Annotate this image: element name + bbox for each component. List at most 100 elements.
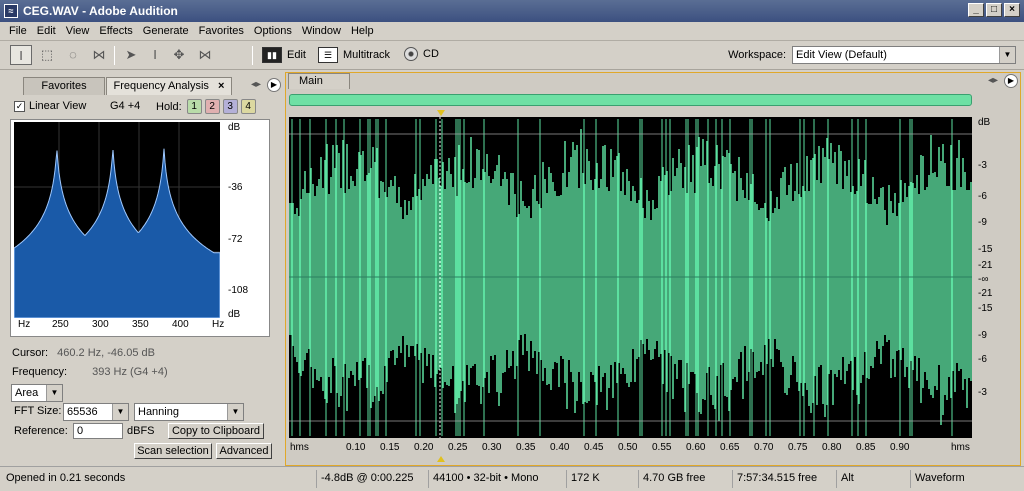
fft-size-label: FFT Size: xyxy=(14,405,62,417)
db-label: -9 xyxy=(978,330,987,341)
marquee-tool-icon[interactable]: ⬚ xyxy=(36,45,58,65)
time-label: 0.15 xyxy=(380,442,400,453)
playhead-bottom-marker[interactable] xyxy=(437,456,445,462)
time-label: hms xyxy=(951,442,970,453)
menu-favorites[interactable]: Favorites xyxy=(194,25,249,37)
db-label: -15 xyxy=(978,303,993,314)
cursor-tool-icon[interactable]: I xyxy=(144,45,166,65)
close-tab-icon[interactable]: × xyxy=(218,80,224,92)
spot-healing-tool-icon[interactable]: ⋈ xyxy=(88,45,110,65)
db-label: -15 xyxy=(978,244,993,255)
time-label: 0.60 xyxy=(686,442,706,453)
workspace-select[interactable]: Edit View (Default) ▼ xyxy=(792,46,1016,64)
panel-menu-icon[interactable]: ▶ xyxy=(267,78,281,92)
y-label-top: dB xyxy=(228,122,241,133)
tab-favorites-label: Favorites xyxy=(41,80,87,92)
status-message: Opened in 0.21 seconds xyxy=(6,472,126,484)
time-label: 0.70 xyxy=(754,442,774,453)
scrub-tool-icon[interactable]: ✥ xyxy=(168,45,190,65)
multitrack-mode-button[interactable]: ☰ Multitrack xyxy=(318,47,390,63)
linear-view-label: Linear View xyxy=(29,100,87,112)
move-tool-icon[interactable]: ➤ xyxy=(120,45,142,65)
window-function-select[interactable]: Hanning ▼ xyxy=(134,403,244,421)
db-scale: dB -3 -6 -9 -15 -21 -∞ -21 -15 -9 -6 -3 xyxy=(972,117,1012,438)
tab-main-label: Main xyxy=(299,75,323,87)
menu-file[interactable]: File xyxy=(4,25,32,37)
tab-main[interactable]: Main xyxy=(288,73,350,89)
reference-input[interactable]: 0 xyxy=(73,423,123,439)
minimize-button[interactable]: _ xyxy=(968,3,984,17)
scan-selection-button[interactable]: Scan selection xyxy=(134,443,212,459)
time-label: 0.65 xyxy=(720,442,740,453)
display-mode-select[interactable]: Area ▼ xyxy=(11,384,63,402)
spectrum-curve xyxy=(13,148,221,319)
x-label-350: 350 xyxy=(132,319,149,330)
tab-favorites[interactable]: Favorites xyxy=(23,77,105,95)
menu-options[interactable]: Options xyxy=(249,25,297,37)
fft-size-select[interactable]: 65536 ▼ xyxy=(63,403,129,421)
tab-frequency-label: Frequency Analysis xyxy=(113,80,209,92)
menu-effects[interactable]: Effects xyxy=(94,25,137,37)
title-bar: ≈ CEG.WAV - Adobe Audition _ □ × xyxy=(0,0,1024,22)
playhead-top-marker[interactable] xyxy=(437,110,445,116)
time-ruler[interactable]: hms 0.10 0.15 0.20 0.25 0.30 0.35 0.40 0… xyxy=(289,440,972,456)
status-level: -4.8dB @ 0:00.225 xyxy=(316,470,424,488)
lasso-tool-icon[interactable]: ◌ xyxy=(62,45,84,65)
main-panel-menu-icon[interactable]: ▶ xyxy=(1004,74,1018,88)
db-label: -21 xyxy=(978,260,993,271)
db-label: -3 xyxy=(978,387,987,398)
db-label: -21 xyxy=(978,288,993,299)
x-label-hz-left: Hz xyxy=(18,319,31,330)
fft-size-value: 65536 xyxy=(67,406,98,418)
time-label: 0.75 xyxy=(788,442,808,453)
slip-tool-icon[interactable]: ⋈ xyxy=(194,45,216,65)
time-label: 0.85 xyxy=(856,442,876,453)
status-time-free: 7:57:34.515 free xyxy=(732,470,832,488)
edit-mode-button[interactable]: ▮▮ Edit xyxy=(262,47,306,63)
toolbar: I ⬚ ◌ ⋈ ➤ I ✥ ⋈ ▮▮ Edit ☰ Multitrack CD … xyxy=(0,41,1024,70)
main-panel-arrows-icon[interactable]: ◂▸ xyxy=(988,75,998,86)
menu-window[interactable]: Window xyxy=(297,25,346,37)
status-free-space: 4.70 GB free xyxy=(638,470,728,488)
menu-generate[interactable]: Generate xyxy=(138,25,194,37)
spectrum-svg xyxy=(13,122,221,319)
waveform-display[interactable] xyxy=(288,117,972,438)
copy-to-clipboard-button[interactable]: Copy to Clipboard xyxy=(168,423,264,439)
db-label: -9 xyxy=(978,217,987,228)
chevron-down-icon: ▼ xyxy=(999,47,1015,63)
menu-edit[interactable]: Edit xyxy=(32,25,61,37)
y-label-72: -72 xyxy=(228,234,243,245)
status-key: Alt xyxy=(836,470,906,488)
hold-1-button[interactable]: 1 xyxy=(186,99,202,114)
display-mode-value: Area xyxy=(15,387,39,399)
cd-mode-button[interactable]: CD xyxy=(404,47,439,61)
chevron-down-icon: ▼ xyxy=(227,404,243,420)
hold-3-button[interactable]: 3 xyxy=(222,99,238,114)
status-bar: Opened in 0.21 seconds -4.8dB @ 0:00.225… xyxy=(0,466,1024,491)
overview-bar[interactable] xyxy=(289,94,972,106)
advanced-button[interactable]: Advanced xyxy=(216,443,272,459)
panel-arrows-icon[interactable]: ◂▸ xyxy=(251,79,261,90)
spectrum-graph[interactable] xyxy=(13,122,221,319)
time-label: 0.45 xyxy=(584,442,604,453)
linear-view-checkbox[interactable]: ✓ xyxy=(14,100,25,112)
close-button[interactable]: × xyxy=(1004,3,1020,17)
menu-help[interactable]: Help xyxy=(346,25,379,37)
db-label: -6 xyxy=(978,191,987,202)
time-label: 0.80 xyxy=(822,442,842,453)
y-label-36: -36 xyxy=(228,182,243,193)
hold-4-button[interactable]: 4 xyxy=(240,99,256,114)
maximize-button[interactable]: □ xyxy=(986,3,1002,17)
hold-2-button[interactable]: 2 xyxy=(204,99,220,114)
cd-icon xyxy=(404,47,418,61)
x-label-hz-right: Hz xyxy=(212,319,225,330)
tab-frequency-analysis[interactable]: Frequency Analysis × xyxy=(106,77,232,95)
waveform-icon: ▮▮ xyxy=(262,47,282,63)
menu-view[interactable]: View xyxy=(61,25,95,37)
time-selection-tool-icon[interactable]: I xyxy=(10,45,32,65)
db-label: -3 xyxy=(978,160,987,171)
time-label: 0.20 xyxy=(414,442,434,453)
reference-unit: dBFS xyxy=(127,425,155,437)
time-label: hms xyxy=(290,442,309,453)
hold-label: Hold: xyxy=(156,100,182,113)
